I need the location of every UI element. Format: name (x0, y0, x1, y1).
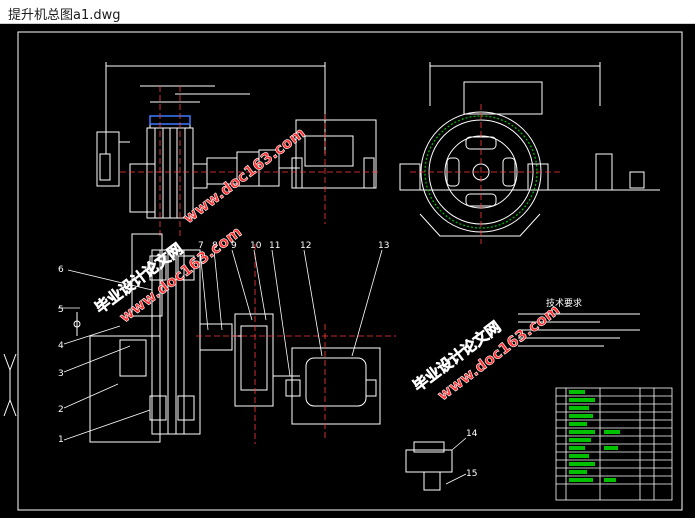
window-title: 提升机总图a1.dwg (8, 8, 121, 23)
title-block (555, 387, 673, 501)
centerlines-plan (196, 244, 396, 444)
watermark-2: 毕业设计论文网 www.doc163.com (409, 301, 563, 405)
balloon-3: 3 (58, 369, 64, 379)
balloon-4: 4 (58, 341, 64, 351)
watermark-3-line2: www.doc163.com (180, 124, 309, 228)
title-bar: 提升机总图a1.dwg (0, 0, 695, 24)
plan-view (73, 233, 381, 443)
balloon-labels: 1 2 3 4 5 6 7 8 9 10 11 12 13 14 15 (58, 241, 478, 479)
front-elevation-view (96, 62, 377, 219)
balloon-12: 12 (300, 241, 311, 251)
frame-accent (149, 115, 191, 125)
side-view-drum (399, 62, 660, 237)
balloon-11: 11 (269, 241, 280, 251)
balloon-6: 6 (58, 265, 64, 275)
balloon-2: 2 (58, 405, 64, 415)
balloon-14: 14 (466, 429, 478, 439)
balloon-5: 5 (58, 305, 64, 315)
watermark-3: www.doc163.com (179, 123, 309, 228)
drawing-svg: 1 2 3 4 5 6 7 8 9 10 11 12 13 14 15 技术要求 (3, 31, 683, 511)
balloon-15: 15 (466, 469, 477, 479)
detail-view (405, 441, 453, 491)
centerlines-side (410, 104, 560, 244)
balloon-10: 10 (250, 241, 262, 251)
ucs-icon (3, 353, 17, 417)
drawing-canvas[interactable]: 1 2 3 4 5 6 7 8 9 10 11 12 13 14 15 技术要求 (0, 24, 695, 518)
balloon-1: 1 (58, 435, 64, 445)
balloon-13: 13 (378, 241, 389, 251)
